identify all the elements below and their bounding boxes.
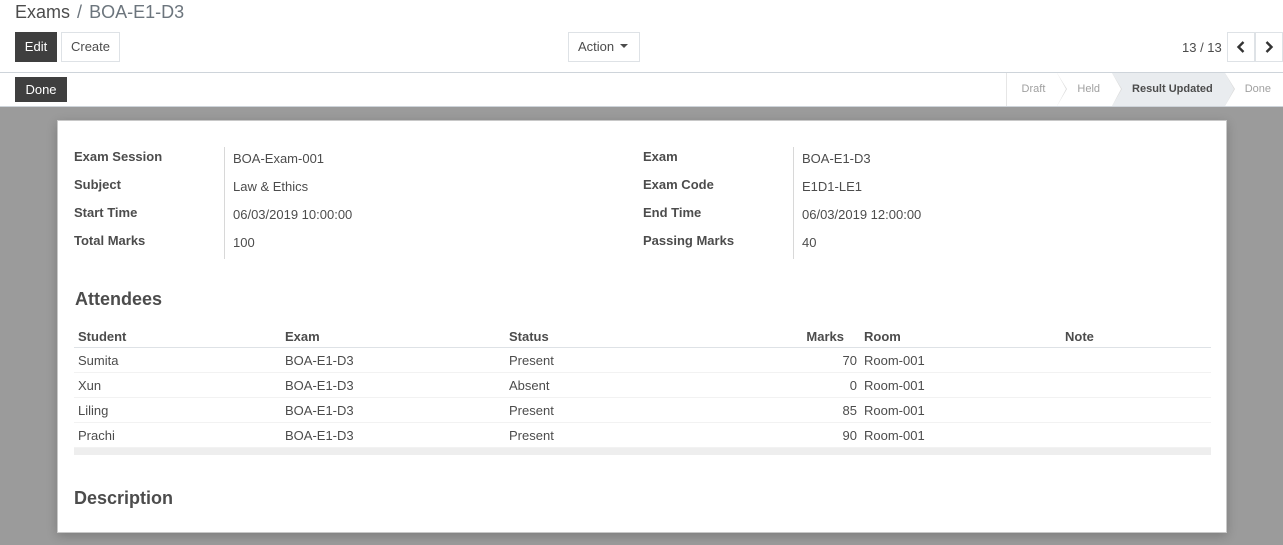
stage-result-updated[interactable]: Result Updated xyxy=(1112,73,1235,106)
exam-code-value: E1D1-LE1 xyxy=(802,179,862,194)
passing-marks-value: 40 xyxy=(802,235,817,250)
column-marks[interactable]: Marks xyxy=(774,329,844,344)
breadcrumb-current: BOA-E1-D3 xyxy=(89,2,185,22)
cell-marks: 90 xyxy=(842,428,857,443)
left-group-divider xyxy=(224,147,225,259)
table-row[interactable]: Liling BOA-E1-D3 Present 85 Room-001 xyxy=(74,398,1211,423)
start-time-value: 06/03/2019 10:00:00 xyxy=(233,207,353,222)
end-time-value: 06/03/2019 12:00:00 xyxy=(802,207,922,222)
statusbar: Done Draft Held Result Updated Done xyxy=(0,73,1283,107)
exam-code-label: Exam Code xyxy=(643,177,714,192)
subject-value[interactable]: Law & Ethics xyxy=(233,179,308,194)
pager-previous-button[interactable] xyxy=(1227,32,1255,62)
cell-marks: 85 xyxy=(842,403,857,418)
cell-status: Present xyxy=(509,353,554,368)
exam-session-label: Exam Session xyxy=(74,149,163,164)
cell-student: Liling xyxy=(78,403,109,418)
chevron-right-icon xyxy=(1265,41,1274,53)
cell-room: Room-001 xyxy=(864,378,925,393)
cell-student: Prachi xyxy=(78,428,115,443)
cell-exam: BOA-E1-D3 xyxy=(285,403,354,418)
cell-exam: BOA-E1-D3 xyxy=(285,428,354,443)
pager-next-button[interactable] xyxy=(1255,32,1283,62)
breadcrumb-separator: / xyxy=(77,2,83,22)
stage-draft[interactable]: Draft xyxy=(1006,73,1068,106)
create-button[interactable]: Create xyxy=(61,32,120,62)
cell-room: Room-001 xyxy=(864,403,925,418)
cell-status: Present xyxy=(509,403,554,418)
stage-pipeline: Draft Held Result Updated Done xyxy=(1005,73,1283,106)
cell-marks: 0 xyxy=(849,378,857,393)
pager-value[interactable]: 13 / 13 xyxy=(1182,40,1222,55)
right-group-divider xyxy=(793,147,794,259)
column-student[interactable]: Student xyxy=(78,329,126,344)
action-label: Action xyxy=(578,39,615,54)
cell-student: Sumita xyxy=(78,353,119,368)
description-title: Description xyxy=(74,488,174,508)
table-row[interactable]: Sumita BOA-E1-D3 Present 70 Room-001 xyxy=(74,348,1211,373)
chevron-left-icon xyxy=(1236,41,1245,53)
passing-marks-label: Passing Marks xyxy=(643,233,735,248)
cell-room: Room-001 xyxy=(864,428,925,443)
breadcrumb-exams-link[interactable]: Exams xyxy=(15,2,70,22)
column-status[interactable]: Status xyxy=(509,329,549,344)
attendees-title: Attendees xyxy=(75,289,163,309)
total-marks-label: Total Marks xyxy=(74,233,146,248)
table-row[interactable]: Xun BOA-E1-D3 Absent 0 Room-001 xyxy=(74,373,1211,398)
cell-status: Present xyxy=(509,428,554,443)
action-dropdown[interactable]: Action xyxy=(568,32,640,62)
cell-status: Absent xyxy=(509,378,550,393)
exam-value: BOA-E1-D3 xyxy=(802,151,871,166)
cell-exam: BOA-E1-D3 xyxy=(285,378,354,393)
cell-student: Xun xyxy=(78,378,102,393)
cell-exam: BOA-E1-D3 xyxy=(285,353,354,368)
end-time-label: End Time xyxy=(643,205,702,220)
edit-button[interactable]: Edit xyxy=(15,32,57,62)
done-button[interactable]: Done xyxy=(15,77,67,102)
exam-session-value[interactable]: BOA-Exam-001 xyxy=(233,151,324,166)
caret-down-icon xyxy=(620,43,629,48)
cell-room: Room-001 xyxy=(864,353,925,368)
table-footer xyxy=(74,448,1211,455)
table-header: Student Exam Status Marks Room Note xyxy=(74,324,1211,348)
breadcrumb: Exams / BOA-E1-D3 xyxy=(15,2,184,23)
table-row[interactable]: Prachi BOA-E1-D3 Present 90 Room-001 xyxy=(74,423,1211,448)
total-marks-value: 100 xyxy=(233,235,255,250)
column-room[interactable]: Room xyxy=(864,329,901,344)
start-time-label: Start Time xyxy=(74,205,138,220)
form-sheet: Exam Session BOA-Exam-001 Subject Law & … xyxy=(57,120,1227,533)
column-note[interactable]: Note xyxy=(1065,329,1094,344)
exam-label: Exam xyxy=(643,149,678,164)
cell-marks: 70 xyxy=(842,353,857,368)
subject-label: Subject xyxy=(74,177,121,192)
attendees-table: Student Exam Status Marks Room Note Sumi… xyxy=(74,324,1211,455)
column-exam[interactable]: Exam xyxy=(285,329,320,344)
